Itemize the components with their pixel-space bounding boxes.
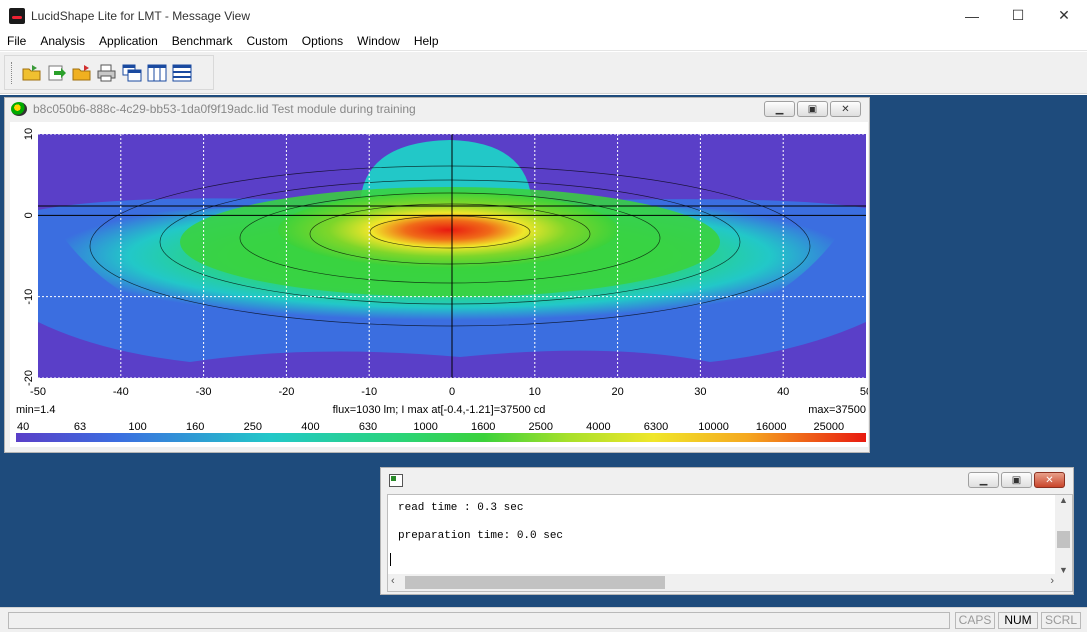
status-message-pane: [8, 612, 950, 629]
x-tick-label: -10: [361, 386, 377, 398]
x-tick-label: 50: [860, 386, 868, 398]
x-tick-label: -20: [278, 386, 294, 398]
message-line: [398, 515, 563, 529]
scrl-indicator: SCRL: [1041, 612, 1081, 629]
horizontal-scroll-thumb[interactable]: [405, 576, 665, 589]
reload-icon[interactable]: [46, 62, 68, 84]
x-tick-label: 0: [449, 386, 455, 398]
message-minimize-button[interactable]: ▁: [968, 472, 999, 488]
plot-restore-button[interactable]: ▣: [797, 101, 828, 117]
num-indicator: NUM: [998, 612, 1038, 629]
scroll-up-icon[interactable]: ▲: [1055, 495, 1072, 505]
x-tick-label: 10: [529, 386, 541, 398]
colorbar-labels: 40 63 100 160 250 400 630 1000 1600 2500 4000 6300 1…: [17, 421, 844, 433]
x-tick-label: -30: [196, 386, 212, 398]
heatmap-hotspot: [278, 192, 618, 268]
colorbar-label: 1000: [413, 421, 437, 433]
menu-options[interactable]: Options: [295, 34, 350, 48]
colorbar-label: 1600: [471, 421, 495, 433]
menu-benchmark[interactable]: Benchmark: [165, 34, 240, 48]
message-log[interactable]: read time : 0.3 sec preparation time: 0.0…: [387, 494, 1073, 592]
colorbar-label: 40: [17, 421, 29, 433]
message-restore-button[interactable]: ▣: [1001, 472, 1032, 488]
message-window-icon: [389, 473, 403, 487]
x-tick-labels: -50 -40 -30 -20 -10 0 10 20 30 40 50: [30, 386, 872, 398]
colorbar-label: 4000: [586, 421, 610, 433]
minimize-button[interactable]: —: [949, 0, 995, 31]
plot-window-title: b8c050b6-888c-4c29-bb53-1da0f9f19adc.lid…: [33, 102, 416, 116]
menu-bar: File Analysis Application Benchmark Cust…: [0, 31, 1087, 51]
close-button[interactable]: ✕: [1041, 0, 1087, 31]
colorbar-label: 100: [128, 421, 146, 433]
open-folder-icon[interactable]: [21, 62, 43, 84]
luminous-intensity-icon: [11, 102, 27, 116]
colorbar-label: 2500: [529, 421, 553, 433]
y-tick-label: 0: [23, 212, 35, 218]
open-folder-alt-icon[interactable]: [71, 62, 93, 84]
title-bar: LucidShape Lite for LMT - Message View —…: [0, 0, 1087, 31]
message-lines: read time : 0.3 sec preparation time: 0.0…: [398, 501, 563, 543]
mdi-workspace: b8c050b6-888c-4c29-bb53-1da0f9f19adc.lid…: [0, 95, 1087, 607]
tile-horizontal-icon[interactable]: [171, 62, 193, 84]
x-tick-label: -50: [30, 386, 46, 398]
menu-file[interactable]: File: [0, 34, 33, 48]
message-window: ▁ ▣ ✕ read time : 0.3 sec preparation tim…: [380, 467, 1074, 595]
text-caret: [390, 553, 391, 566]
menu-application[interactable]: Application: [92, 34, 165, 48]
x-tick-label: 30: [694, 386, 706, 398]
colorbar-label: 630: [359, 421, 377, 433]
window-title: LucidShape Lite for LMT - Message View: [31, 8, 251, 23]
plot-minimize-button[interactable]: ▁: [764, 101, 795, 117]
maximize-button[interactable]: ☐: [995, 0, 1041, 31]
colorbar-label: 16000: [756, 421, 787, 433]
x-tick-label: 20: [611, 386, 623, 398]
colorbar-label: 250: [244, 421, 262, 433]
y-tick-label: -10: [23, 289, 35, 305]
tile-vertical-icon[interactable]: [146, 62, 168, 84]
colorbar-label: 10000: [698, 421, 729, 433]
y-tick-labels: 10 0 -10 -20: [23, 128, 35, 386]
toolbar: [4, 55, 214, 90]
message-line: preparation time: 0.0 sec: [398, 530, 564, 542]
horizontal-scrollbar[interactable]: ‹ ›: [388, 574, 1057, 591]
x-tick-label: 40: [777, 386, 789, 398]
plot-window: b8c050b6-888c-4c29-bb53-1da0f9f19adc.lid…: [4, 97, 872, 453]
message-line: read time : 0.3 sec: [398, 502, 524, 514]
menu-custom[interactable]: Custom: [239, 34, 294, 48]
intensity-plot: -50-40-30-20-1001020304050 100-10-20 406…: [16, 128, 872, 442]
plot-window-titlebar[interactable]: b8c050b6-888c-4c29-bb53-1da0f9f19adc.lid…: [5, 98, 869, 120]
colorbar: [16, 433, 866, 442]
scroll-left-icon[interactable]: ‹: [391, 575, 395, 587]
colorbar-label: 25000: [814, 421, 845, 433]
message-close-button[interactable]: ✕: [1034, 472, 1065, 488]
scroll-right-icon[interactable]: ›: [1050, 575, 1054, 587]
x-tick-label: -40: [113, 386, 129, 398]
y-tick-label: -20: [23, 370, 35, 386]
menu-analysis[interactable]: Analysis: [33, 34, 92, 48]
colorbar-label: 400: [301, 421, 319, 433]
status-bar: CAPS NUM SCRL: [0, 607, 1087, 632]
print-icon[interactable]: [96, 62, 118, 84]
toolbar-area: [0, 52, 1087, 94]
colorbar-label: 63: [74, 421, 86, 433]
caps-indicator: CAPS: [955, 612, 995, 629]
y-tick-label: 10: [23, 128, 35, 140]
flux-label: flux=1030 lm; I max at[-0.4,-1.21]=37500…: [332, 404, 546, 416]
plot-canvas[interactable]: -50-40-30-20-1001020304050 100-10-20 406…: [10, 122, 872, 447]
app-icon: [9, 7, 25, 24]
colorbar-label: 160: [186, 421, 204, 433]
menu-help[interactable]: Help: [407, 34, 446, 48]
menu-window[interactable]: Window: [350, 34, 407, 48]
colorbar-label: 6300: [644, 421, 668, 433]
scroll-corner: [1055, 574, 1072, 591]
cascade-windows-icon[interactable]: [121, 62, 143, 84]
max-label: max=37500: [808, 404, 866, 416]
vertical-scroll-thumb[interactable]: [1057, 531, 1070, 548]
vertical-scrollbar[interactable]: ▲ ▼: [1055, 495, 1072, 575]
toolbar-grip[interactable]: [11, 61, 14, 84]
plot-close-button[interactable]: ✕: [830, 101, 861, 117]
message-window-titlebar[interactable]: ▁ ▣ ✕: [381, 468, 1073, 492]
